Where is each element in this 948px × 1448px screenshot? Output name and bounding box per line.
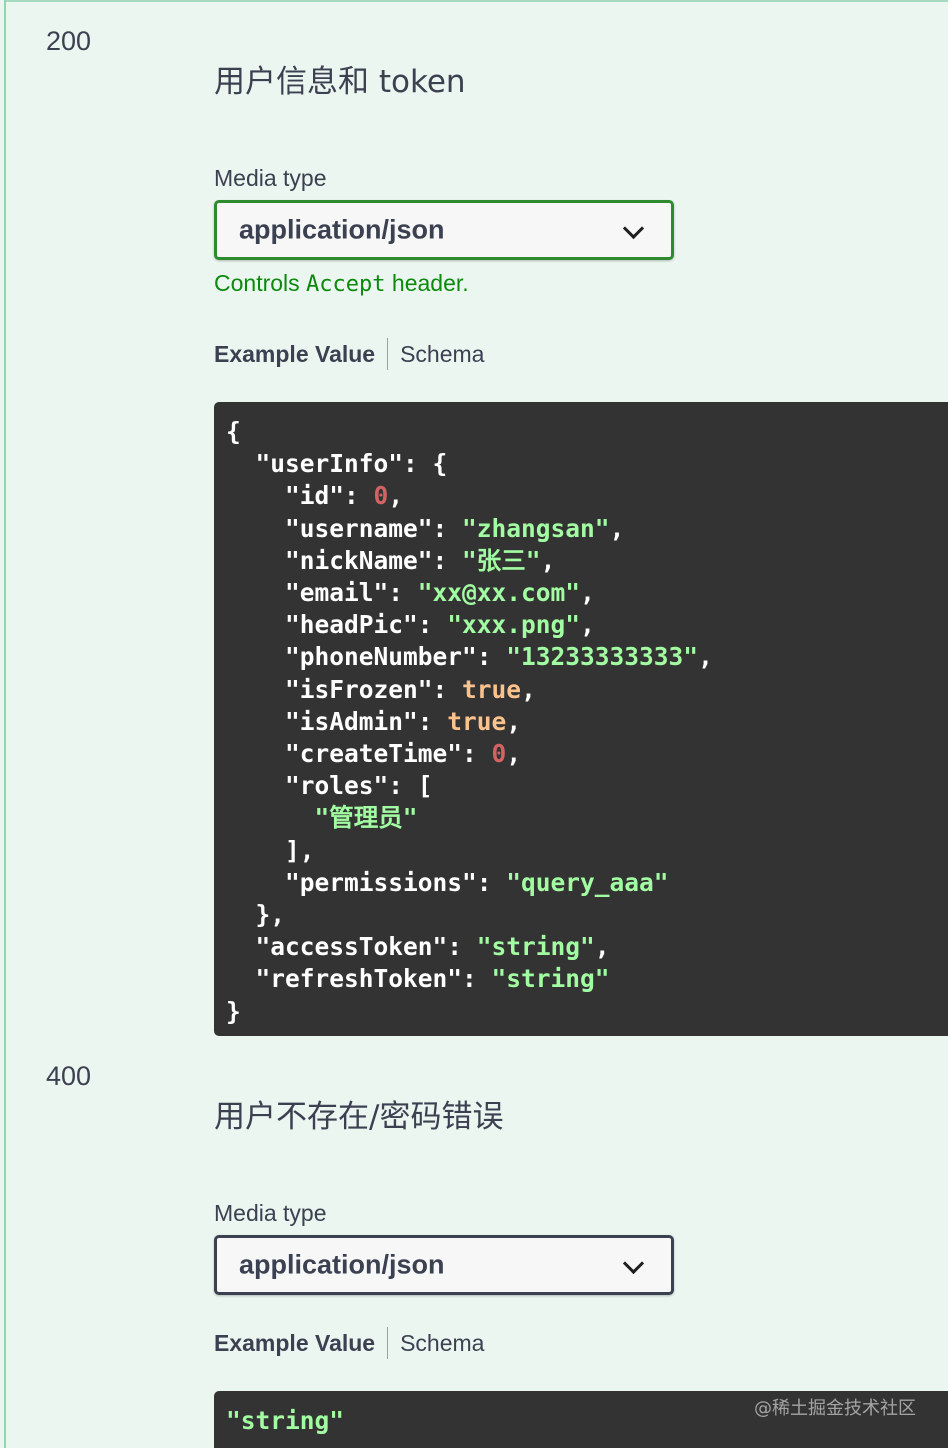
- json-value: "张三": [462, 545, 541, 575]
- json-key: "permissions": [285, 867, 477, 897]
- tab-schema[interactable]: Schema: [388, 341, 484, 368]
- json-key: "roles": [285, 771, 389, 801]
- media-type-select-400[interactable]: application/json: [214, 1235, 674, 1295]
- json-value: true: [447, 706, 507, 736]
- media-type-label-200: Media type: [214, 165, 327, 191]
- json-brace: }: [226, 996, 241, 1026]
- media-type-label-400: Media type: [214, 1200, 327, 1226]
- json-key: "refreshToken": [255, 964, 463, 994]
- json-key: "isAdmin": [285, 706, 418, 736]
- response-code-400: 400: [46, 1061, 92, 1091]
- json-brace: {: [226, 417, 241, 446]
- json-value: "xx@xx.com": [417, 578, 581, 608]
- tab-example-value[interactable]: Example Value: [214, 1330, 387, 1357]
- example-schema-tabs-400: Example Value Schema: [214, 1326, 484, 1360]
- tab-schema[interactable]: Schema: [388, 1330, 484, 1357]
- json-key: "accessToken": [255, 932, 448, 962]
- controls-note-prefix: Controls: [214, 270, 307, 296]
- media-type-select-value: application/json: [239, 214, 445, 245]
- json-key: "headPic": [285, 610, 418, 640]
- controls-note-suffix: header.: [385, 270, 469, 296]
- json-key: "phoneNumber": [285, 642, 477, 672]
- json-value: "xxx.png": [447, 610, 581, 640]
- controls-accept-note: Controls Accept header.: [214, 270, 469, 297]
- json-key: "email": [285, 578, 389, 608]
- controls-note-code: Accept: [306, 272, 386, 297]
- json-key: "isFrozen": [285, 674, 433, 704]
- json-value: "query_aaa": [506, 867, 669, 897]
- watermark: @稀土掘金技术社区: [754, 1398, 916, 1419]
- json-value: 0: [491, 739, 507, 769]
- left-accent-bar: [4, 0, 6, 1448]
- media-type-select-value: application/json: [239, 1249, 445, 1280]
- json-value: "管理员": [314, 803, 418, 833]
- json-key: "id": [285, 481, 345, 511]
- chevron-down-icon: [622, 1252, 645, 1275]
- response-code-200: 200: [46, 26, 92, 56]
- tab-example-value[interactable]: Example Value: [214, 341, 387, 368]
- example-string-value: "string": [226, 1406, 345, 1435]
- json-key: "userInfo": [255, 449, 404, 479]
- json-value: true: [462, 674, 522, 704]
- json-value: "string": [491, 964, 610, 994]
- example-json: { "userInfo": { "id": 0, "username": "zh…: [226, 417, 713, 1026]
- json-value: "zhangsan": [462, 513, 610, 543]
- json-value: 0: [373, 481, 389, 511]
- json-key: "createTime": [285, 739, 463, 769]
- media-type-select-200[interactable]: application/json: [214, 200, 674, 260]
- example-schema-tabs-200: Example Value Schema: [214, 337, 484, 371]
- responses-panel: 200 用户信息和 token Media type application/j…: [0, 0, 948, 1448]
- json-key: "username": [285, 513, 433, 543]
- top-divider: [4, 0, 948, 2]
- json-value: "string": [476, 932, 595, 962]
- json-value: "13233333333": [506, 642, 699, 672]
- chevron-down-icon: [622, 217, 645, 240]
- json-key: "nickName": [285, 545, 433, 575]
- response-description-200: 用户信息和 token: [214, 64, 466, 100]
- example-value-code-200: { "userInfo": { "id": 0, "username": "zh…: [214, 402, 948, 1036]
- response-description-400: 用户不存在/密码错误: [214, 1099, 504, 1135]
